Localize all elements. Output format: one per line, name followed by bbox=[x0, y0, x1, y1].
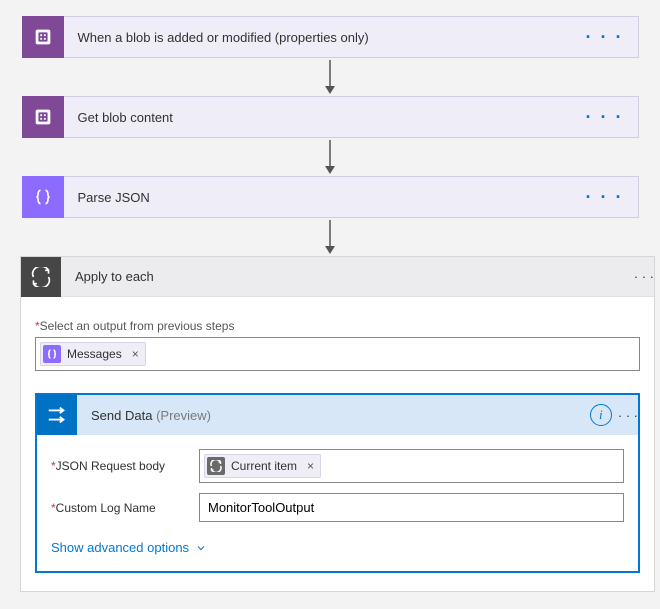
info-icon[interactable]: i bbox=[590, 404, 612, 426]
blob-storage-icon bbox=[22, 16, 64, 58]
parse-json-menu-button[interactable]: · · · bbox=[572, 187, 638, 208]
get-blob-menu-button[interactable]: · · · bbox=[572, 107, 638, 128]
json-body-label: *JSON Request body bbox=[51, 459, 199, 473]
apply-to-each-container: Apply to each · · · *Select an output fr… bbox=[20, 256, 655, 592]
get-blob-title: Get blob content bbox=[64, 110, 572, 125]
send-data-menu-button[interactable]: · · · bbox=[618, 408, 638, 423]
current-item-token-label: Current item bbox=[231, 459, 297, 473]
connector-arrow bbox=[20, 218, 640, 256]
remove-token-icon[interactable]: × bbox=[132, 347, 139, 361]
send-data-header[interactable]: Send Data (Preview) i · · · bbox=[37, 395, 638, 435]
trigger-menu-button[interactable]: · · · bbox=[572, 27, 638, 48]
show-advanced-link[interactable]: Show advanced options bbox=[51, 540, 207, 555]
remove-token-icon[interactable]: × bbox=[307, 459, 314, 473]
get-blob-step[interactable]: Get blob content · · · bbox=[22, 96, 639, 138]
parse-json-step[interactable]: Parse JSON · · · bbox=[22, 176, 639, 218]
preview-badge: (Preview) bbox=[156, 408, 211, 423]
chevron-down-icon bbox=[195, 542, 207, 554]
messages-token-label: Messages bbox=[67, 347, 122, 361]
loop-icon bbox=[21, 257, 61, 297]
send-data-title: Send Data (Preview) bbox=[77, 408, 590, 423]
parse-json-icon bbox=[22, 176, 64, 218]
parse-json-title: Parse JSON bbox=[64, 190, 572, 205]
apply-to-each-title: Apply to each bbox=[61, 269, 634, 284]
send-data-icon bbox=[37, 395, 77, 435]
loop-icon bbox=[207, 457, 225, 475]
trigger-title: When a blob is added or modified (proper… bbox=[64, 30, 572, 45]
custom-log-label: *Custom Log Name bbox=[51, 501, 199, 515]
connector-arrow bbox=[20, 58, 640, 96]
select-output-label: *Select an output from previous steps bbox=[35, 319, 640, 333]
parse-json-icon bbox=[43, 345, 61, 363]
apply-to-each-header[interactable]: Apply to each · · · bbox=[21, 257, 654, 297]
send-data-card: Send Data (Preview) i · · · *JSON Reques… bbox=[35, 393, 640, 573]
json-body-input[interactable]: Current item × bbox=[199, 449, 624, 483]
current-item-token[interactable]: Current item × bbox=[204, 454, 321, 478]
messages-token[interactable]: Messages × bbox=[40, 342, 146, 366]
blob-storage-icon bbox=[22, 96, 64, 138]
apply-to-each-menu-button[interactable]: · · · bbox=[634, 269, 654, 284]
custom-log-input[interactable] bbox=[199, 493, 624, 522]
select-output-input[interactable]: Messages × bbox=[35, 337, 640, 371]
connector-arrow bbox=[20, 138, 640, 176]
trigger-step[interactable]: When a blob is added or modified (proper… bbox=[22, 16, 639, 58]
